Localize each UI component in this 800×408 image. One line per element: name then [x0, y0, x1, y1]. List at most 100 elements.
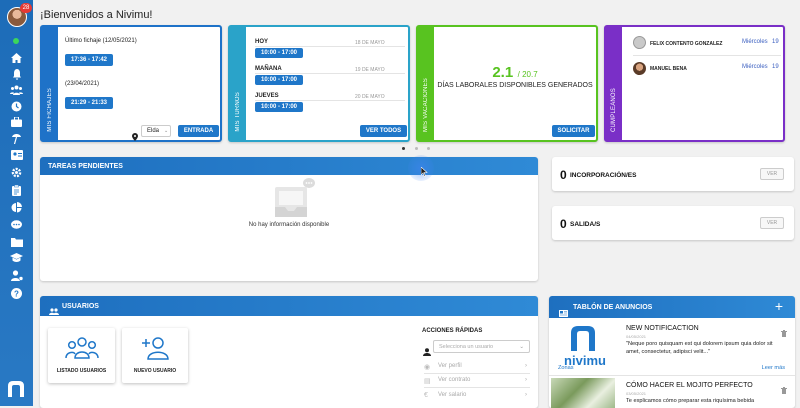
settings-icon[interactable] — [9, 166, 24, 178]
briefcase-icon[interactable] — [9, 116, 24, 128]
carousel-dot-active[interactable] — [402, 147, 405, 150]
ver-todos-button[interactable]: VER TODOS — [360, 125, 407, 137]
tablon-header: TABLÓN DE ANUNCIOS — [549, 296, 795, 318]
user-select[interactable]: Selecciona un usuario ⌄ — [433, 340, 530, 353]
trash-icon[interactable] — [781, 324, 787, 342]
ver-perfil-link[interactable]: Ver perfil › — [438, 363, 530, 373]
ver-contrato-link[interactable]: Ver contrato › — [438, 377, 530, 387]
beach-icon[interactable] — [9, 132, 24, 144]
salida-label: SALIDA/S — [570, 221, 601, 228]
birthday-date: 19 — [772, 39, 779, 45]
fichajes-card: MIS FICHAJES Último fichaje (12/05/2021)… — [40, 25, 222, 142]
clock-icon[interactable] — [9, 100, 24, 112]
tareas-card: TAREAS PENDIENTES No hay información dis… — [40, 157, 538, 281]
post-excerpt: Te explicamos cómo preparar esta riquísi… — [626, 398, 755, 404]
post-title[interactable]: NEW NOTIFICACTION — [626, 325, 699, 332]
graduation-cap-icon[interactable] — [9, 252, 24, 264]
tile-label: NUEVO USUARIO — [133, 368, 177, 374]
carousel-dot[interactable] — [427, 147, 430, 150]
chevron-right-icon: › — [525, 377, 527, 383]
prev-fichaje-range: 21:29 - 21:33 — [65, 97, 113, 109]
divider — [424, 387, 530, 388]
online-status-icon — [13, 38, 19, 44]
post-tag[interactable]: Zonas — [558, 365, 574, 371]
cumpleanos-tab: CUMPLEAÑOS — [606, 27, 622, 140]
tablon-card: TABLÓN DE ANUNCIOS + nivimu NEW NOTIFICA… — [549, 296, 795, 408]
shift-day-label: MAÑANA — [255, 66, 282, 72]
post-date: 03/05/2021 — [626, 391, 647, 396]
birthday-person-name: MANUEL BENA — [650, 66, 687, 72]
user-settings-icon[interactable] — [9, 269, 24, 281]
post-date: 04/05/2021 — [626, 334, 647, 339]
salida-card: 0 SALIDA/S VER — [552, 206, 794, 240]
id-card-icon[interactable] — [9, 149, 24, 161]
divider — [633, 55, 781, 56]
cumpleanos-card: CUMPLEAÑOS FELIX CONTENTO GONZALEZ Miérc… — [604, 25, 785, 142]
page-title: ¡Bienvenidos a Nivimu! — [40, 9, 153, 21]
trash-icon[interactable] — [781, 381, 787, 399]
vacation-caption: DÍAS LABORALES DISPONIBLES GENERADOS — [437, 82, 593, 89]
shift-range: 10:00 - 17:00 — [255, 48, 303, 58]
divider — [255, 73, 405, 74]
vacaciones-card: MIS VACACIONES 2.1 / 20.7 DÍAS LABORALES… — [416, 25, 598, 142]
post-excerpt: "Neque poro quisquam est qui dolorem ips… — [626, 341, 773, 355]
carousel-dot[interactable] — [415, 147, 418, 150]
incorporacion-label: INCORPORACIÓN/ES — [570, 172, 637, 179]
last-fichaje-label: Último fichaje (12/05/2021) — [65, 38, 137, 44]
divider — [549, 375, 795, 376]
nuevo-usuario-tile[interactable]: NUEVO USUARIO — [122, 328, 188, 383]
chevron-down-icon: ⌄ — [519, 343, 524, 350]
chevron-right-icon: › — [525, 392, 527, 398]
team-icon[interactable] — [9, 84, 24, 96]
ver-salario-link[interactable]: Ver salario › — [438, 392, 530, 402]
tareas-header: TAREAS PENDIENTES — [40, 157, 538, 175]
vacaciones-tab: MIS VACACIONES — [418, 27, 434, 140]
divider — [255, 100, 405, 101]
clipboard-icon[interactable] — [9, 184, 24, 196]
salida-ver-button[interactable]: VER — [760, 217, 784, 229]
folder-icon[interactable] — [9, 236, 24, 248]
divider — [424, 373, 530, 374]
avatar — [633, 62, 646, 75]
incorporacion-ver-button[interactable]: VER — [760, 168, 784, 180]
prev-fichaje-label: (23/04/2021) — [65, 81, 100, 87]
newspaper-icon — [559, 304, 568, 322]
nivimu-post-logo: nivimu — [555, 321, 615, 369]
add-announcement-button[interactable]: + — [775, 299, 783, 313]
solicitar-button[interactable]: SOLICITAR — [552, 125, 595, 137]
post-title[interactable]: CÓMO HACER EL MOJITO PERFECTO — [626, 382, 753, 389]
quick-actions-title: ACCIONES RÁPIDAS — [422, 328, 483, 334]
add-user-icon — [142, 336, 170, 365]
profile-icon: ◉ — [424, 364, 431, 371]
location-select[interactable]: Elda ⌄ — [141, 125, 171, 137]
users-group-icon — [65, 337, 99, 364]
birthday-date: 19 — [772, 64, 779, 70]
usuarios-card: USUARIOS LISTADO USUARIOS NUEVO USUARIO … — [40, 296, 538, 408]
home-icon[interactable] — [9, 52, 24, 64]
read-more-link[interactable]: Leer más — [762, 365, 785, 371]
entrada-button[interactable]: ENTRADA — [178, 125, 219, 137]
chart-pie-icon[interactable] — [9, 201, 24, 213]
sidebar: 28 ? — [0, 0, 33, 406]
salida-count: 0 — [560, 217, 567, 231]
user-icon — [423, 343, 431, 361]
shift-range: 10:00 - 17:00 — [255, 75, 303, 85]
vacation-days-total: / 20.7 — [517, 70, 538, 79]
empty-inbox-icon — [273, 177, 317, 224]
chat-icon[interactable] — [9, 219, 24, 231]
empty-message: No hay información disponible — [248, 222, 330, 228]
svg-text:?: ? — [14, 289, 19, 298]
birthday-day: Miércoles — [742, 39, 768, 45]
mouse-pointer-icon — [420, 164, 428, 182]
listado-usuarios-tile[interactable]: LISTADO USUARIOS — [48, 328, 115, 383]
bell-icon[interactable] — [9, 68, 24, 80]
shift-day-label: HOY — [255, 39, 269, 45]
users-icon — [49, 302, 59, 320]
help-icon[interactable]: ? — [9, 287, 24, 299]
turnos-tab: MIS TURNOS — [230, 27, 246, 140]
shift-day-label: JUEVES — [255, 93, 279, 99]
chevron-down-icon: ⌄ — [164, 128, 169, 134]
divider — [255, 46, 405, 47]
vacation-days-summary: 2.1 / 20.7 — [434, 64, 596, 82]
tile-label: LISTADO USUARIOS — [56, 368, 107, 374]
